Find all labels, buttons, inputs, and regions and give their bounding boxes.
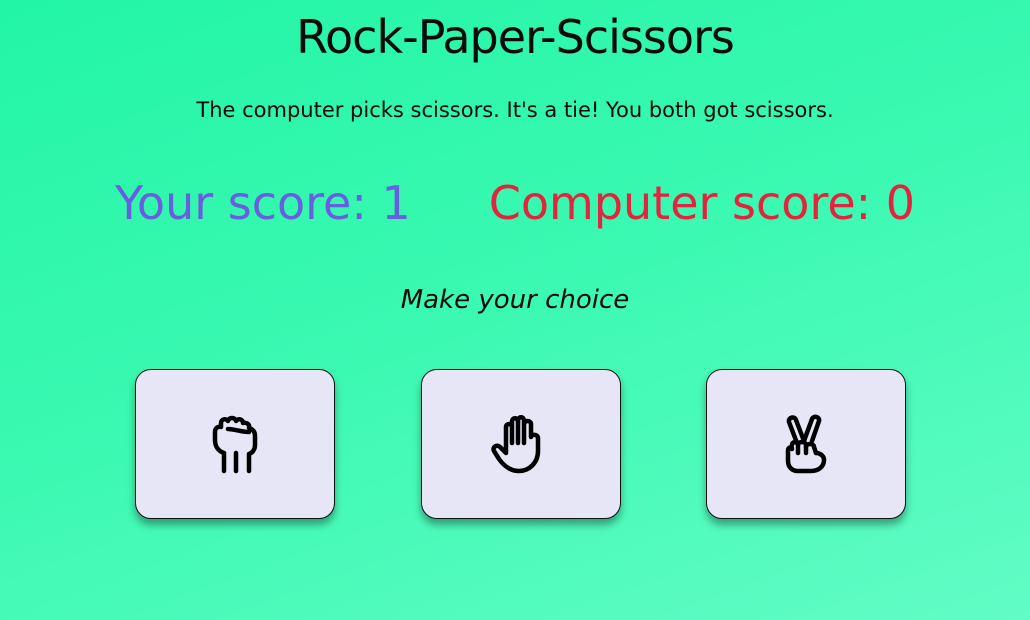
peace-hand-icon bbox=[780, 413, 832, 475]
rock-button[interactable] bbox=[135, 369, 335, 519]
scissors-button[interactable] bbox=[706, 369, 906, 519]
scoreboard: Your score: 1 Computer score: 0 bbox=[0, 176, 1030, 230]
choice-prompt: Make your choice bbox=[400, 285, 630, 315]
fist-icon bbox=[209, 413, 261, 475]
result-message: The computer picks scissors. It's a tie!… bbox=[196, 98, 834, 122]
computer-score: Computer score: 0 bbox=[488, 176, 916, 230]
page-title: Rock-Paper-Scissors bbox=[296, 10, 735, 64]
player-score: Your score: 1 bbox=[114, 176, 411, 230]
open-hand-icon bbox=[490, 413, 551, 475]
choice-buttons bbox=[135, 369, 906, 519]
paper-button[interactable] bbox=[420, 369, 621, 519]
